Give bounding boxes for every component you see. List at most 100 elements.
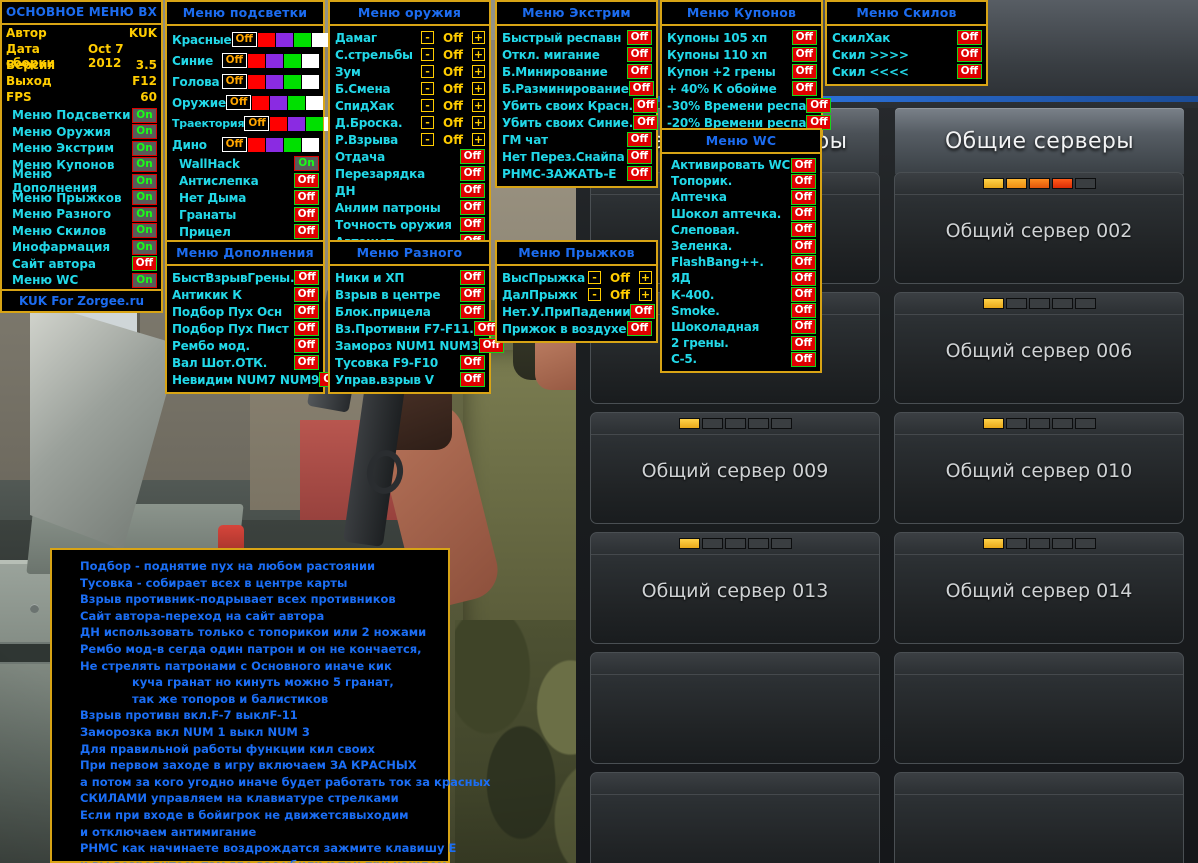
color-swatch-1[interactable]: [248, 137, 265, 152]
color-swatch-2[interactable]: [288, 116, 306, 131]
main-menu-item[interactable]: Меню Дополнения On: [2, 167, 161, 195]
server-card[interactable]: [590, 652, 880, 764]
main-menu-item-toggle-6[interactable]: On: [132, 190, 157, 206]
toggle-2[interactable]: Off: [626, 47, 652, 62]
main-menu-item[interactable]: Меню Скилов On: [2, 223, 161, 240]
decrement-button-6[interactable]: -: [421, 116, 434, 129]
main-menu-item-toggle-3[interactable]: On: [132, 140, 157, 156]
jump-increment-1[interactable]: +: [639, 271, 652, 284]
server-card[interactable]: Общий сервер 009: [590, 412, 880, 524]
highlight-color-toggle-6[interactable]: Off: [221, 137, 247, 152]
color-swatch-3[interactable]: [293, 32, 311, 47]
toggle-6[interactable]: Off: [633, 115, 659, 130]
main-menu-item[interactable]: Меню WC On: [2, 272, 161, 289]
toggle-1[interactable]: Off: [626, 30, 652, 45]
color-swatch-4[interactable]: [311, 32, 329, 47]
server-card[interactable]: [590, 772, 880, 863]
color-swatch-1[interactable]: [248, 74, 265, 89]
toggle-1[interactable]: Off: [294, 270, 320, 285]
jump-toggle-1[interactable]: Off: [630, 304, 656, 319]
toggle-5[interactable]: Off: [632, 98, 658, 113]
jump-toggle-2[interactable]: Off: [626, 321, 652, 336]
color-swatch-1[interactable]: [257, 32, 275, 47]
weapon-toggle-1[interactable]: Off: [459, 149, 485, 164]
wc-toggle-1[interactable]: Off: [790, 157, 816, 173]
highlight-color-toggle-3[interactable]: Off: [221, 74, 247, 89]
toggle-3[interactable]: Off: [293, 304, 319, 319]
server-card[interactable]: Общий сервер 014: [894, 532, 1184, 644]
jump-increment-2[interactable]: +: [639, 288, 652, 301]
toggle-1[interactable]: Off: [956, 30, 982, 45]
wc-toggle-11[interactable]: Off: [790, 319, 816, 335]
color-swatch-1[interactable]: [270, 116, 288, 131]
toggle-5[interactable]: Off: [806, 98, 832, 113]
highlight-color-toggle-5[interactable]: Off: [244, 116, 270, 131]
toggle-6[interactable]: Off: [293, 355, 319, 370]
highlight-color-toggle-2[interactable]: Off: [221, 53, 247, 68]
weapon-toggle-5[interactable]: Off: [459, 217, 485, 232]
color-swatch-3[interactable]: [287, 95, 305, 110]
color-swatch-2[interactable]: [269, 95, 287, 110]
highlight-toggle-5[interactable]: Off: [293, 224, 319, 239]
wc-toggle-4[interactable]: Off: [790, 206, 816, 222]
color-swatch-2[interactable]: [266, 74, 283, 89]
toggle-6[interactable]: Off: [459, 355, 485, 370]
main-menu-item[interactable]: Меню Прыжков On: [2, 190, 161, 207]
highlight-color-toggle-1[interactable]: Off: [231, 32, 257, 47]
server-card[interactable]: [894, 652, 1184, 764]
color-swatch-4[interactable]: [305, 95, 323, 110]
increment-button-2[interactable]: +: [472, 48, 485, 61]
toggle-5[interactable]: Off: [293, 338, 319, 353]
color-swatch-4[interactable]: [302, 137, 319, 152]
toggle-4[interactable]: Off: [791, 81, 817, 96]
highlight-toggle-3[interactable]: Off: [293, 190, 319, 205]
toggle-8[interactable]: Off: [626, 149, 652, 164]
toggle-3[interactable]: Off: [791, 64, 817, 79]
color-swatch-3[interactable]: [284, 137, 301, 152]
main-menu-item-toggle-8[interactable]: On: [132, 223, 157, 239]
increment-button-5[interactable]: +: [472, 99, 485, 112]
decrement-button-5[interactable]: -: [421, 99, 434, 112]
main-menu-item[interactable]: Инофармация On: [2, 239, 161, 256]
color-swatch-3[interactable]: [306, 116, 324, 131]
server-card[interactable]: Общий сервер 006: [894, 292, 1184, 404]
highlight-toggle-2[interactable]: Off: [293, 173, 319, 188]
toggle-3[interactable]: Off: [626, 64, 652, 79]
wc-toggle-6[interactable]: Off: [790, 238, 816, 254]
color-swatch-4[interactable]: [302, 53, 319, 68]
main-menu-item-toggle-10[interactable]: Off: [131, 256, 157, 272]
wc-toggle-5[interactable]: Off: [790, 222, 816, 238]
color-swatch-1[interactable]: [251, 95, 269, 110]
main-menu-item-toggle-1[interactable]: On: [132, 107, 157, 123]
color-swatch-1[interactable]: [248, 53, 265, 68]
main-menu-item[interactable]: Сайт автора Off: [2, 256, 161, 273]
color-swatch-3[interactable]: [284, 74, 301, 89]
color-swatch-2[interactable]: [266, 53, 283, 68]
weapon-toggle-2[interactable]: Off: [459, 166, 485, 181]
wc-toggle-13[interactable]: Off: [790, 351, 816, 367]
toggle-1[interactable]: Off: [791, 30, 817, 45]
jump-decrement-2[interactable]: -: [588, 288, 601, 301]
color-swatch-2[interactable]: [266, 137, 283, 152]
toggle-4[interactable]: Off: [293, 321, 319, 336]
main-menu-item-toggle-9[interactable]: On: [132, 239, 157, 255]
weapon-toggle-3[interactable]: Off: [459, 183, 485, 198]
wc-toggle-8[interactable]: Off: [790, 270, 816, 286]
toggle-2[interactable]: Off: [293, 287, 319, 302]
main-menu-item-toggle-2[interactable]: On: [132, 124, 157, 140]
increment-button-6[interactable]: +: [472, 116, 485, 129]
wc-toggle-9[interactable]: Off: [790, 287, 816, 303]
tab-public-servers[interactable]: Общие серверы: [895, 108, 1184, 174]
decrement-button-3[interactable]: -: [421, 65, 434, 78]
main-menu-item[interactable]: Меню Экстрим On: [2, 140, 161, 157]
server-card[interactable]: [894, 772, 1184, 863]
highlight-toggle-4[interactable]: Off: [293, 207, 319, 222]
main-menu-item-toggle-11[interactable]: On: [132, 272, 157, 288]
wc-toggle-7[interactable]: Off: [790, 254, 816, 270]
toggle-3[interactable]: Off: [956, 64, 982, 79]
wc-toggle-2[interactable]: Off: [790, 173, 816, 189]
wc-toggle-12[interactable]: Off: [790, 335, 816, 351]
increment-button-3[interactable]: +: [472, 65, 485, 78]
main-menu-item-toggle-4[interactable]: On: [132, 157, 157, 173]
color-swatch-4[interactable]: [302, 74, 319, 89]
